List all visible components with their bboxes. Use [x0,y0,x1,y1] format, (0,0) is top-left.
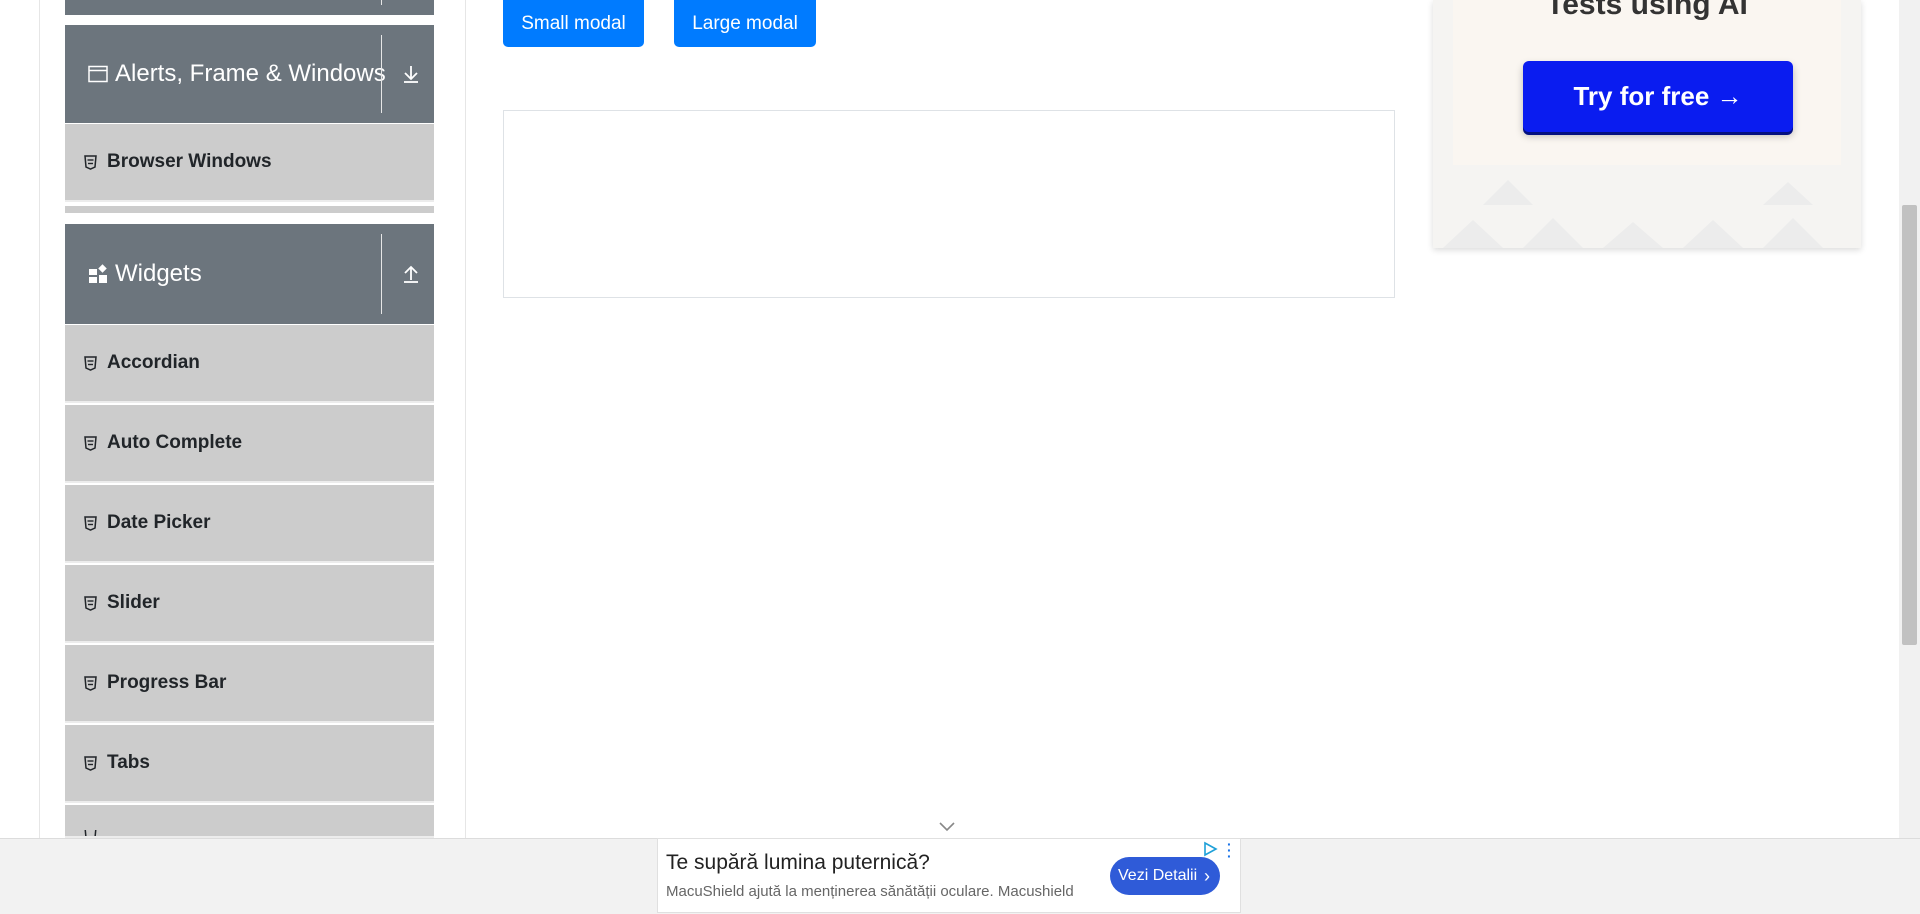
ad-cta-label: Vezi Detalii [1118,867,1198,884]
upload-arrow-icon[interactable] [393,224,429,324]
sidebar-item-label: Auto Complete [107,432,243,453]
chevron-down-icon[interactable] [937,820,957,834]
html5-icon [83,595,97,611]
sidebar-group-header-previous[interactable] [65,0,434,15]
sidebar-item-auto-complete[interactable]: Auto Complete [65,405,434,483]
html5-icon [83,830,97,836]
large-modal-button[interactable]: Large modal [674,0,816,47]
sidebar-item-tabs[interactable]: Tabs [65,725,434,803]
sidebar-item-label: Tabs [107,752,150,773]
ad-headline: Te supără lumina puternică? [666,851,930,874]
sidebar-item-date-picker[interactable]: Date Picker [65,485,434,563]
sidebar-item-label: Date Picker [107,512,211,533]
ad-inner-panel: Tests using AI Try for free → [1453,0,1841,165]
vertical-scrollbar[interactable] [1899,0,1920,838]
small-modal-button[interactable]: Small modal [503,0,644,47]
html5-icon [83,154,97,170]
adchoices-icon[interactable] [1202,841,1218,857]
html5-icon [83,355,97,371]
sidebar-group-widgets[interactable]: Widgets [65,224,434,324]
group-spacer [65,206,434,213]
try-for-free-button[interactable]: Try for free → [1523,61,1793,132]
sidebar-item-browser-windows[interactable]: Browser Windows [65,124,434,202]
divider [381,35,382,113]
sidebar-item-progress-bar[interactable]: Progress Bar [65,645,434,723]
sidebar-item-label: Slider [107,592,160,613]
content-panel [503,110,1395,298]
sidebar-group-alerts-frame-windows[interactable]: Alerts, Frame & Windows [65,25,434,123]
sidebar-item-slider[interactable]: Slider [65,565,434,643]
ad-tagline: Tests using AI [1546,0,1748,21]
divider [381,234,382,314]
sidebar-item-next-partial[interactable] [65,805,434,838]
bottom-ad-banner[interactable]: Te supără lumina puternică? MacuShield a… [657,837,1241,913]
ad-subtext: MacuShield ajută la menținerea sănătății… [666,883,1074,900]
window-icon [87,63,109,85]
html5-icon [83,755,97,771]
download-arrow-icon[interactable] [393,25,429,123]
html5-icon [83,435,97,451]
sidebar-item-label: Progress Bar [107,672,227,693]
chevron-right-icon: › [1204,866,1210,886]
scrollbar-thumb[interactable] [1902,205,1917,645]
sidebar-item-accordian[interactable]: Accordian [65,325,434,403]
sidebar-item-label: Browser Windows [107,151,272,172]
sidebar-item-label: Accordian [107,352,200,373]
html5-icon [83,515,97,531]
ad-card[interactable]: Tests using AI Try for free → [1433,0,1861,248]
more-options-icon[interactable]: · · · [1227,837,1232,863]
sidebar-group-title: Alerts, Frame & Windows [115,60,386,87]
html5-icon [83,675,97,691]
widgets-icon [87,263,109,285]
vezi-detalii-button[interactable]: Vezi Detalii › [1110,857,1220,895]
sidebar-group-title: Widgets [115,260,202,287]
